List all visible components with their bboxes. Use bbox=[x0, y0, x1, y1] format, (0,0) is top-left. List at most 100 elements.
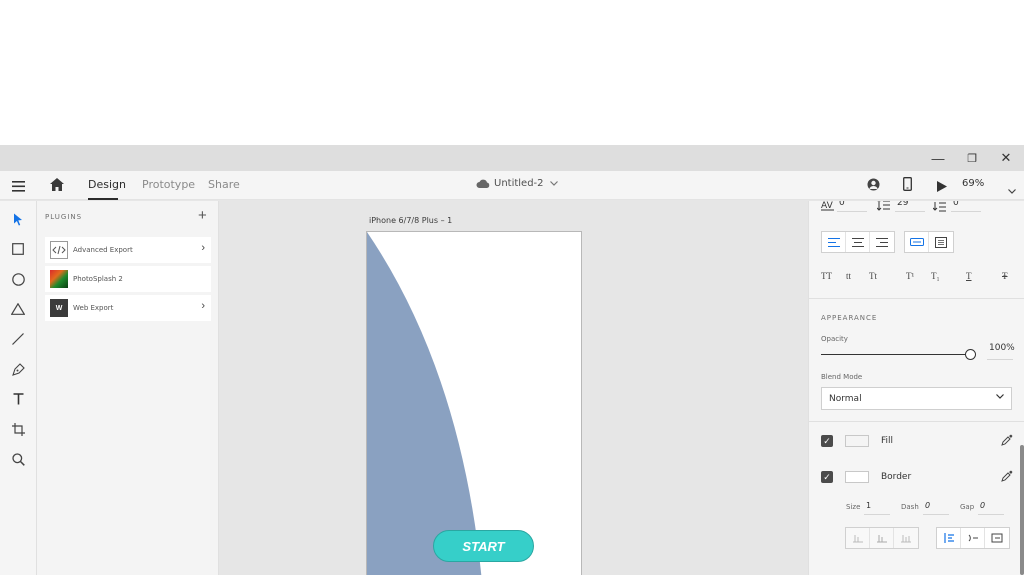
home-button[interactable] bbox=[50, 178, 64, 196]
subscript-button[interactable]: T₁ bbox=[931, 271, 940, 281]
curved-shape[interactable] bbox=[367, 232, 582, 575]
polygon-tool[interactable] bbox=[8, 299, 28, 319]
round-cap-button[interactable] bbox=[870, 528, 894, 548]
center-stroke-button[interactable] bbox=[961, 528, 985, 548]
superscript-button[interactable]: T¹ bbox=[906, 271, 914, 281]
plugin-item-web-export[interactable]: W Web Export › bbox=[45, 295, 211, 321]
all-caps-button[interactable]: TT bbox=[821, 271, 832, 281]
lowercase-button[interactable]: tt bbox=[846, 271, 851, 281]
add-plugin-button[interactable]: + bbox=[198, 207, 207, 224]
pen-icon bbox=[11, 362, 25, 376]
web-export-icon: W bbox=[50, 299, 68, 317]
strikethrough-button[interactable]: Ŧ bbox=[1002, 271, 1008, 281]
gap-value[interactable]: 0 bbox=[980, 501, 985, 510]
close-button[interactable]: ✕ bbox=[989, 145, 1023, 171]
border-checkbox[interactable]: ✓ bbox=[821, 471, 833, 483]
tab-design[interactable]: Design bbox=[88, 178, 126, 191]
document-title: Untitled-2 bbox=[494, 178, 544, 189]
mobile-device-icon bbox=[903, 177, 912, 191]
hamburger-menu-button[interactable] bbox=[12, 179, 25, 197]
border-size-value[interactable]: 1 bbox=[866, 501, 871, 510]
opacity-value[interactable]: 100% bbox=[989, 343, 1015, 353]
text-align-group bbox=[821, 231, 895, 253]
zoom-level[interactable]: 69% bbox=[962, 178, 984, 189]
border-color-swatch[interactable] bbox=[845, 471, 869, 483]
auto-width-button[interactable] bbox=[905, 232, 929, 252]
pen-tool[interactable] bbox=[8, 359, 28, 379]
tools-toolbar bbox=[0, 201, 37, 575]
line-tool[interactable] bbox=[8, 329, 28, 349]
align-right-icon bbox=[876, 237, 888, 247]
stroke-cap-group bbox=[845, 527, 919, 549]
border-eyedropper-icon[interactable] bbox=[1001, 470, 1013, 482]
appearance-section-title: APPEARANCE bbox=[821, 314, 878, 322]
plugin-item-advanced-export[interactable]: Advanced Export › bbox=[45, 237, 211, 263]
code-export-icon bbox=[50, 241, 68, 259]
butt-cap-button[interactable] bbox=[846, 528, 870, 548]
line-spacing-underline bbox=[895, 211, 925, 212]
fixed-size-button[interactable] bbox=[929, 232, 953, 252]
inner-stroke-button[interactable] bbox=[937, 528, 961, 548]
dash-value[interactable]: 0 bbox=[925, 501, 930, 510]
hamburger-icon bbox=[12, 181, 25, 192]
inner-stroke-icon bbox=[943, 533, 954, 543]
device-preview-button[interactable] bbox=[903, 177, 912, 196]
opacity-slider-thumb[interactable] bbox=[965, 349, 976, 360]
text-box-group bbox=[904, 231, 954, 253]
border-size-underline bbox=[864, 514, 890, 515]
ellipse-tool[interactable] bbox=[8, 269, 28, 289]
align-left-icon bbox=[827, 237, 840, 247]
paragraph-spacing-value[interactable]: 0 bbox=[953, 201, 959, 208]
play-icon bbox=[937, 181, 947, 192]
blend-mode-dropdown[interactable]: Normal bbox=[821, 387, 1012, 410]
start-button[interactable]: START bbox=[433, 530, 534, 562]
zoom-dropdown-button[interactable] bbox=[1008, 181, 1016, 199]
underline-button[interactable]: T bbox=[966, 271, 972, 281]
artboard[interactable]: START bbox=[366, 231, 582, 575]
zoom-tool[interactable] bbox=[8, 449, 28, 469]
line-spacing-value[interactable]: 29 bbox=[897, 201, 908, 208]
square-cap-button[interactable] bbox=[894, 528, 918, 548]
minimize-button[interactable]: — bbox=[921, 145, 955, 171]
section-divider bbox=[809, 421, 1024, 422]
user-icon bbox=[867, 178, 880, 191]
align-right-button[interactable] bbox=[870, 232, 894, 252]
active-tab-indicator bbox=[88, 198, 118, 200]
checkmark-icon: ✓ bbox=[823, 471, 831, 482]
design-canvas[interactable]: iPhone 6/7/8 Plus – 1 START bbox=[220, 201, 808, 575]
plugin-item-photosplash[interactable]: PhotoSplash 2 bbox=[45, 266, 211, 292]
fill-color-swatch[interactable] bbox=[845, 435, 869, 447]
checkmark-icon: ✓ bbox=[823, 435, 831, 446]
fill-eyedropper-icon[interactable] bbox=[1001, 434, 1013, 446]
plugins-panel-title: PLUGINS bbox=[45, 213, 83, 221]
artboard-icon bbox=[11, 422, 25, 436]
restore-button[interactable]: ❐ bbox=[955, 145, 989, 171]
text-tool[interactable] bbox=[8, 389, 28, 409]
fill-checkbox[interactable]: ✓ bbox=[821, 435, 833, 447]
character-spacing-value[interactable]: 0 bbox=[839, 201, 845, 208]
document-title-dropdown[interactable]: Untitled-2 bbox=[476, 178, 558, 189]
triangle-icon bbox=[11, 303, 25, 315]
tab-share[interactable]: Share bbox=[208, 178, 240, 191]
artboard-label[interactable]: iPhone 6/7/8 Plus – 1 bbox=[369, 216, 452, 225]
share-user-button[interactable] bbox=[867, 178, 880, 196]
align-center-button[interactable] bbox=[846, 232, 870, 252]
stroke-position-group bbox=[936, 527, 1010, 549]
gap-label: Gap bbox=[960, 503, 975, 511]
center-stroke-icon bbox=[968, 534, 978, 542]
border-size-label: Size bbox=[846, 503, 861, 511]
select-tool[interactable] bbox=[8, 209, 28, 229]
properties-panel: AV 0 29 0 TT tt Tt T¹ T₁ T Ŧ APPEARANCE … bbox=[808, 201, 1024, 575]
minimize-icon: — bbox=[931, 150, 945, 166]
align-left-button[interactable] bbox=[822, 232, 846, 252]
fill-label: Fill bbox=[881, 436, 894, 446]
artboard-tool[interactable] bbox=[8, 419, 28, 439]
ellipse-icon bbox=[11, 272, 25, 286]
opacity-slider-track[interactable] bbox=[821, 354, 971, 355]
outer-stroke-button[interactable] bbox=[985, 528, 1009, 548]
tab-prototype[interactable]: Prototype bbox=[142, 178, 195, 191]
rectangle-tool[interactable] bbox=[8, 239, 28, 259]
properties-scrollbar[interactable] bbox=[1020, 445, 1024, 575]
play-preview-button[interactable] bbox=[937, 179, 947, 197]
title-case-button[interactable]: Tt bbox=[869, 271, 877, 281]
